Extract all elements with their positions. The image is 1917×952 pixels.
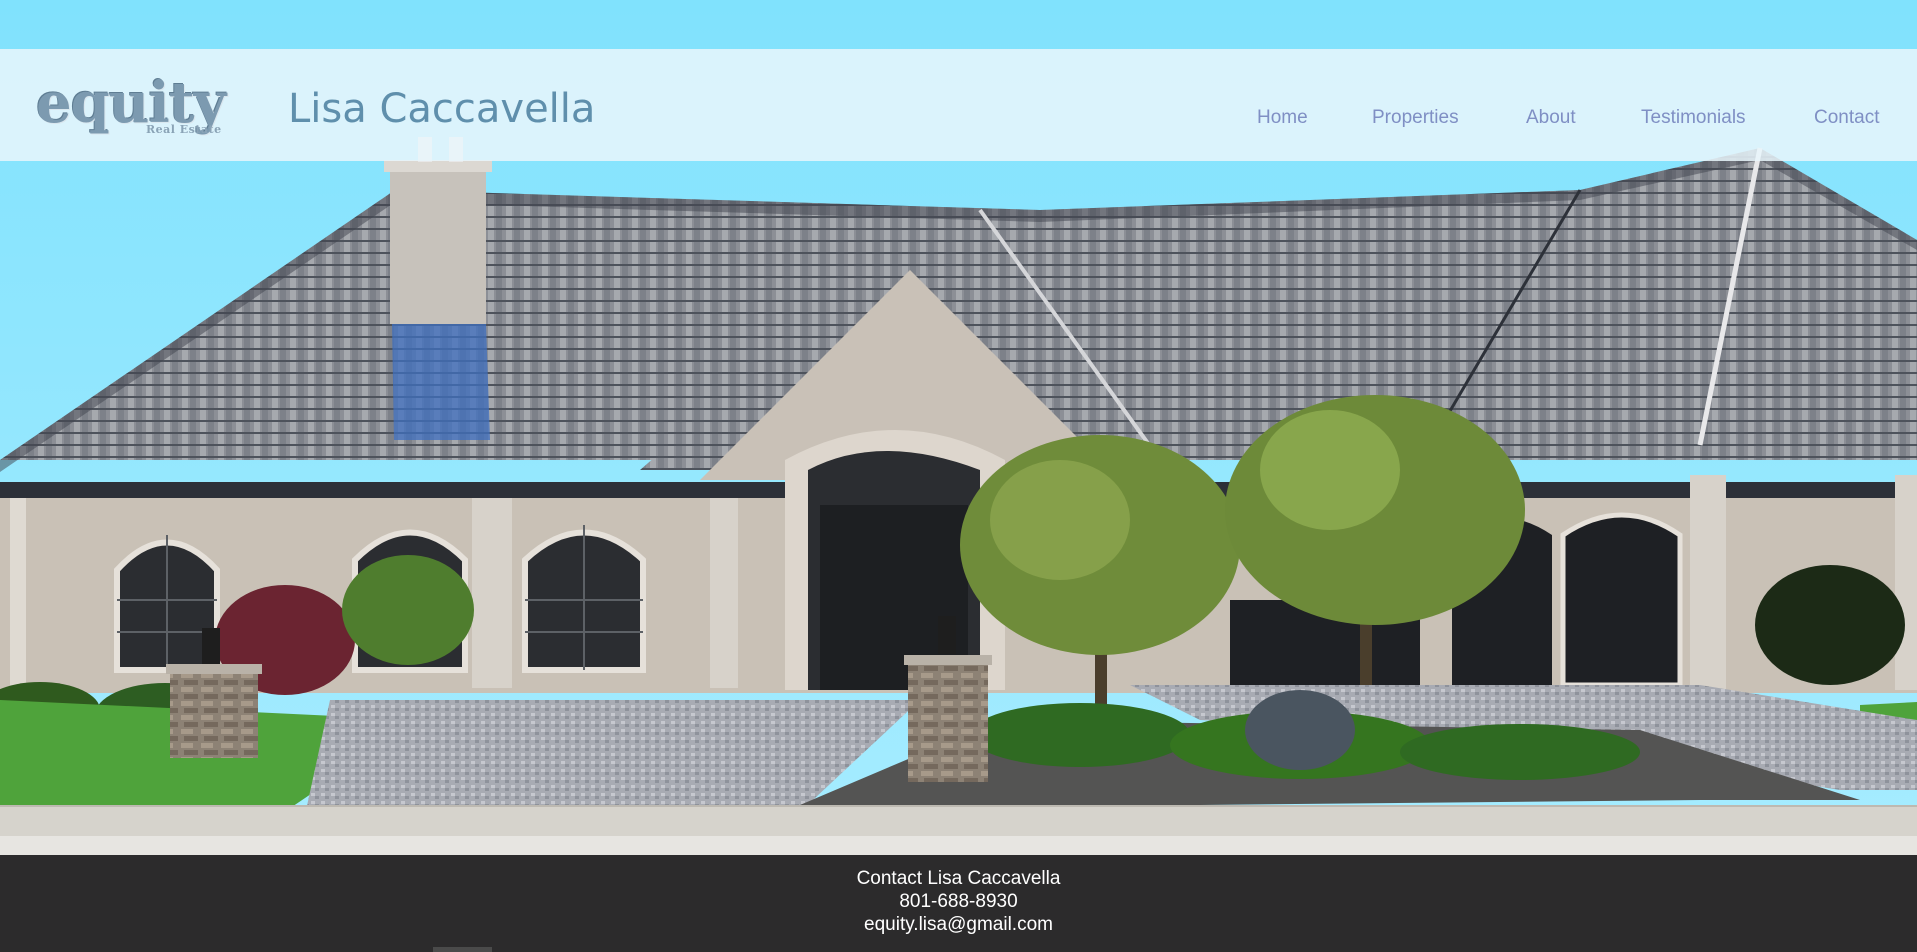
footer-tab-indicator (433, 947, 492, 952)
footer-phone[interactable]: 801-688-8930 (0, 890, 1917, 913)
nav-home[interactable]: Home (1257, 107, 1308, 129)
footer-email[interactable]: equity.lisa@gmail.com (0, 913, 1917, 936)
footer-contact-block: Contact Lisa Caccavella 801-688-8930 equ… (0, 867, 1917, 936)
nav-testimonials[interactable]: Testimonials (1641, 107, 1746, 129)
nav-properties[interactable]: Properties (1372, 107, 1459, 129)
footer-title: Contact Lisa Caccavella (856, 868, 1061, 889)
nav-contact[interactable]: Contact (1814, 107, 1879, 129)
site-footer: Contact Lisa Caccavella 801-688-8930 equ… (0, 855, 1917, 952)
site-header: equity Real Estate Lisa Caccavella Home … (0, 49, 1917, 161)
nav-about[interactable]: About (1526, 107, 1576, 129)
main-nav: Home Properties About Testimonials Conta… (0, 107, 1917, 137)
